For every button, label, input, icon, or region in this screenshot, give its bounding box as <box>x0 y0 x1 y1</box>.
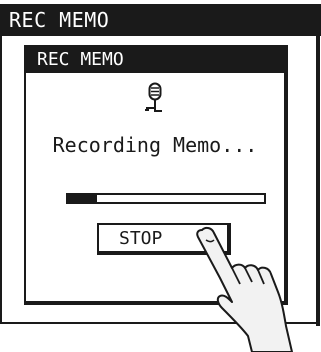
recording-status-text: Recording Memo... <box>52 133 258 157</box>
pointing-hand-icon <box>196 226 293 352</box>
recording-progress-fill <box>68 195 98 202</box>
dialog-title-bar: REC MEMO <box>26 47 284 73</box>
stop-button-label: STOP <box>119 228 163 249</box>
microphone-icon <box>145 82 162 112</box>
recording-progress-bar <box>66 193 266 204</box>
dialog-title: REC MEMO <box>37 49 124 70</box>
window-title-bar: REC MEMO <box>0 4 321 36</box>
window-title: REC MEMO <box>9 8 110 32</box>
window-frame-left <box>0 36 2 324</box>
